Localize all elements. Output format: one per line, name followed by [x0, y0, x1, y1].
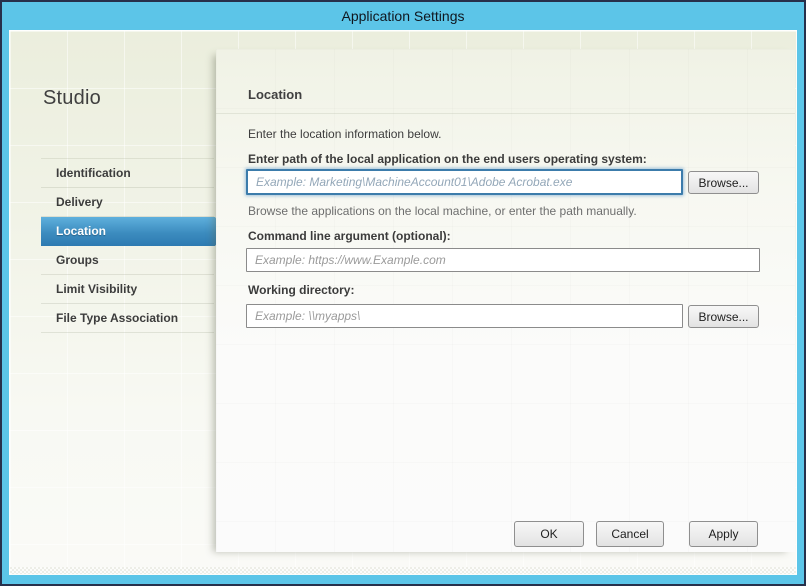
cmdline-input[interactable] [246, 248, 760, 272]
browse-workdir-button[interactable]: Browse... [688, 305, 759, 328]
settings-nav: Identification Delivery Location Groups … [41, 158, 214, 333]
workdir-input[interactable] [246, 304, 683, 328]
cancel-button[interactable]: Cancel [596, 521, 664, 547]
studio-brand: Studio [43, 87, 101, 110]
location-settings-panel: Location Enter the location information … [216, 49, 795, 552]
apply-button[interactable]: Apply [689, 521, 758, 547]
browse-path-button[interactable]: Browse... [688, 171, 759, 194]
workdir-field-label: Working directory: [248, 283, 354, 297]
window-title: Application Settings [342, 8, 465, 24]
nav-item-groups[interactable]: Groups [41, 246, 214, 275]
dialog-body: Studio Identification Delivery Location … [9, 30, 797, 575]
intro-text: Enter the location information below. [248, 127, 441, 141]
title-bar: Application Settings [2, 2, 804, 30]
path-help-text: Browse the applications on the local mac… [248, 204, 637, 218]
application-settings-window: Application Settings Studio Identificati… [0, 0, 806, 586]
nav-item-location[interactable]: Location [41, 217, 226, 246]
nav-item-file-type-association[interactable]: File Type Association [41, 304, 214, 333]
path-input[interactable] [246, 169, 683, 195]
nav-item-limit-visibility[interactable]: Limit Visibility [41, 275, 214, 304]
heading-divider [216, 113, 795, 114]
page-title: Location [248, 87, 302, 102]
ok-button[interactable]: OK [514, 521, 584, 547]
nav-item-identification[interactable]: Identification [41, 159, 214, 188]
path-field-label: Enter path of the local application on t… [248, 152, 647, 166]
nav-item-delivery[interactable]: Delivery [41, 188, 214, 217]
cmdline-field-label: Command line argument (optional): [248, 229, 451, 243]
